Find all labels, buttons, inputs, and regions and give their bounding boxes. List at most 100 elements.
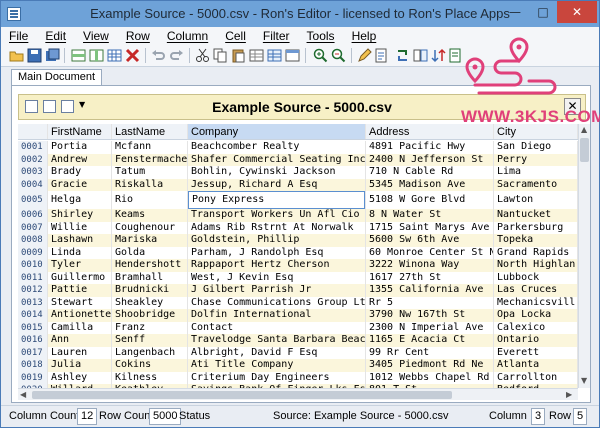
- close-button[interactable]: ✕: [557, 1, 597, 23]
- menu-column[interactable]: Column: [167, 29, 208, 43]
- zoom-in-icon[interactable]: [313, 48, 328, 63]
- row-number-cell[interactable]: 0015: [18, 321, 48, 334]
- save-icon[interactable]: [27, 48, 42, 63]
- table-cell[interactable]: 5108 W Gore Blvd: [366, 191, 494, 209]
- table-cell[interactable]: Everett: [494, 346, 578, 359]
- horizontal-scroll-thumb[interactable]: [32, 391, 452, 399]
- table-cell[interactable]: Lubbock: [494, 271, 578, 284]
- table-cell[interactable]: Langenbach: [112, 346, 188, 359]
- table-cell[interactable]: 3222 Winona Way: [366, 259, 494, 272]
- vertical-scrollbar[interactable]: ▲ ▼: [578, 124, 590, 388]
- table-cell[interactable]: Ontario: [494, 334, 578, 347]
- table-row[interactable]: 0008 Lashawn Mariska Goldstein, Phillip 5600…: [18, 234, 578, 247]
- zoom-out-icon[interactable]: [331, 48, 346, 63]
- table-cell[interactable]: Ati Title Company: [188, 359, 366, 372]
- table-cell[interactable]: Helga: [48, 191, 112, 209]
- table-row[interactable]: 0003 Brady Tatum Bohlin, Cywinski Jackson 71…: [18, 166, 578, 179]
- table-row[interactable]: 0007 Willie Coughenour Adams Rib Rstrnt At …: [18, 221, 578, 234]
- table-cell[interactable]: Antionette: [48, 309, 112, 322]
- table-row[interactable]: 0004 Gracie Riskalla Jessup, Richard A Esq 5…: [18, 178, 578, 191]
- table-cell[interactable]: Mcfann: [112, 141, 188, 154]
- table-cell[interactable]: Lauren: [48, 346, 112, 359]
- row-number-cell[interactable]: 0006: [18, 209, 48, 222]
- menu-edit[interactable]: Edit: [45, 29, 66, 43]
- table-cell[interactable]: Topeka: [494, 234, 578, 247]
- table-row[interactable]: 0013 Stewart Sheakley Chase Communications …: [18, 296, 578, 309]
- maximize-button[interactable]: □: [529, 1, 557, 23]
- table-cell[interactable]: Criterium Day Engineers: [188, 371, 366, 384]
- table-cell[interactable]: Beachcomber Realty: [188, 141, 366, 154]
- row-number-cell[interactable]: 0017: [18, 346, 48, 359]
- table-cell[interactable]: 4891 Pacific Hwy: [366, 141, 494, 154]
- table-cell[interactable]: West, J Kevin Esq: [188, 271, 366, 284]
- table-cell[interactable]: 60 Monroe Center St Nw: [366, 246, 494, 259]
- table-cell[interactable]: Kilness: [112, 371, 188, 384]
- open-folder-icon[interactable]: [9, 48, 24, 63]
- menu-filter[interactable]: Filter: [263, 29, 290, 43]
- table-cell[interactable]: Jessup, Richard A Esq: [188, 178, 366, 191]
- table-cell[interactable]: Travelodge Santa Barbara Beach: [188, 334, 366, 347]
- grid-icon[interactable]: [107, 48, 122, 63]
- table-cell[interactable]: 3405 Piedmont Rd Ne: [366, 359, 494, 372]
- row-number-cell[interactable]: 0007: [18, 221, 48, 234]
- row-number-cell[interactable]: 0018: [18, 359, 48, 372]
- table-cell[interactable]: Sacramento: [494, 178, 578, 191]
- table-cell[interactable]: Senff: [112, 334, 188, 347]
- row-number-cell[interactable]: 0002: [18, 153, 48, 166]
- table-cell[interactable]: 2300 N Imperial Ave: [366, 321, 494, 334]
- table-cell[interactable]: Contact: [188, 321, 366, 334]
- cell-editor-input[interactable]: Pony Express: [188, 191, 365, 209]
- column-header[interactable]: Company: [188, 124, 366, 139]
- table-cell[interactable]: Lima: [494, 166, 578, 179]
- scroll-right-icon[interactable]: ▶: [566, 390, 572, 399]
- table-cell[interactable]: Nantucket: [494, 209, 578, 222]
- table-cell[interactable]: Atlanta: [494, 359, 578, 372]
- row-number-cell[interactable]: 0016: [18, 334, 48, 347]
- row-number-cell[interactable]: 0005: [18, 191, 48, 209]
- table-row[interactable]: 0010 Tyler Hendershott Rappaport Hertz Cher…: [18, 259, 578, 272]
- table-row[interactable]: 0014 Antionette Shoobridge Dolfin Internati…: [18, 309, 578, 322]
- table-cell[interactable]: Rio: [112, 191, 188, 209]
- table-cell[interactable]: Dolfin International: [188, 309, 366, 322]
- table-row[interactable]: 0011 Guillermo Bramhall West, J Kevin Esq 16…: [18, 271, 578, 284]
- column-header[interactable]: FirstName: [48, 124, 112, 139]
- table-cell[interactable]: Transport Workers Un Afl Cio: [188, 209, 366, 222]
- table-cell[interactable]: Gracie: [48, 178, 112, 191]
- table-cell[interactable]: 1617 27th St: [366, 271, 494, 284]
- menu-tools[interactable]: Tools: [307, 29, 335, 43]
- table-cell[interactable]: Rappaport Hertz Cherson: [188, 259, 366, 272]
- table-cell[interactable]: Grand Rapids: [494, 246, 578, 259]
- row-number-cell[interactable]: 0003: [18, 166, 48, 179]
- table-cell[interactable]: Calexico: [494, 321, 578, 334]
- data-grid[interactable]: FirstName LastName Company Address City …: [18, 124, 578, 388]
- insert-icon[interactable]: [375, 48, 390, 63]
- column-header[interactable]: LastName: [112, 124, 188, 139]
- table-row[interactable]: 0005 Helga Rio Pony Express 5108 W Gore Blvd…: [18, 191, 578, 209]
- row-number-cell[interactable]: 0009: [18, 246, 48, 259]
- table-cell[interactable]: Bohlin, Cywinski Jackson: [188, 166, 366, 179]
- menu-view[interactable]: View: [83, 29, 109, 43]
- row-number-cell[interactable]: 0004: [18, 178, 48, 191]
- edit-icon[interactable]: [357, 48, 372, 63]
- vertical-scroll-thumb[interactable]: [580, 138, 589, 162]
- scroll-down-icon[interactable]: ▼: [581, 376, 587, 385]
- table-cell[interactable]: Hendershott: [112, 259, 188, 272]
- table-row[interactable]: 0016 Ann Senff Travelodge Santa Barbara Bea…: [18, 334, 578, 347]
- table-cell[interactable]: Golda: [112, 246, 188, 259]
- table-cell[interactable]: Mariska: [112, 234, 188, 247]
- table-cell[interactable]: Portia: [48, 141, 112, 154]
- scroll-left-icon[interactable]: ◀: [20, 390, 26, 399]
- table-cell[interactable]: Tyler: [48, 259, 112, 272]
- undo-icon[interactable]: [151, 48, 166, 63]
- row-number-cell[interactable]: 0011: [18, 271, 48, 284]
- table-cell[interactable]: Parham, J Randolph Esq: [188, 246, 366, 259]
- table-cell[interactable]: Opa Locka: [494, 309, 578, 322]
- row-number-cell[interactable]: 0013: [18, 296, 48, 309]
- table-row[interactable]: 0019 Ashley Kilness Criterium Day Engineers…: [18, 371, 578, 384]
- table-cell[interactable]: San Diego: [494, 141, 578, 154]
- row-number-cell[interactable]: 0012: [18, 284, 48, 297]
- table-cell[interactable]: Stewart: [48, 296, 112, 309]
- delete-icon[interactable]: [125, 48, 140, 63]
- menu-cell[interactable]: Cell: [225, 29, 246, 43]
- table-cell[interactable]: Camilla: [48, 321, 112, 334]
